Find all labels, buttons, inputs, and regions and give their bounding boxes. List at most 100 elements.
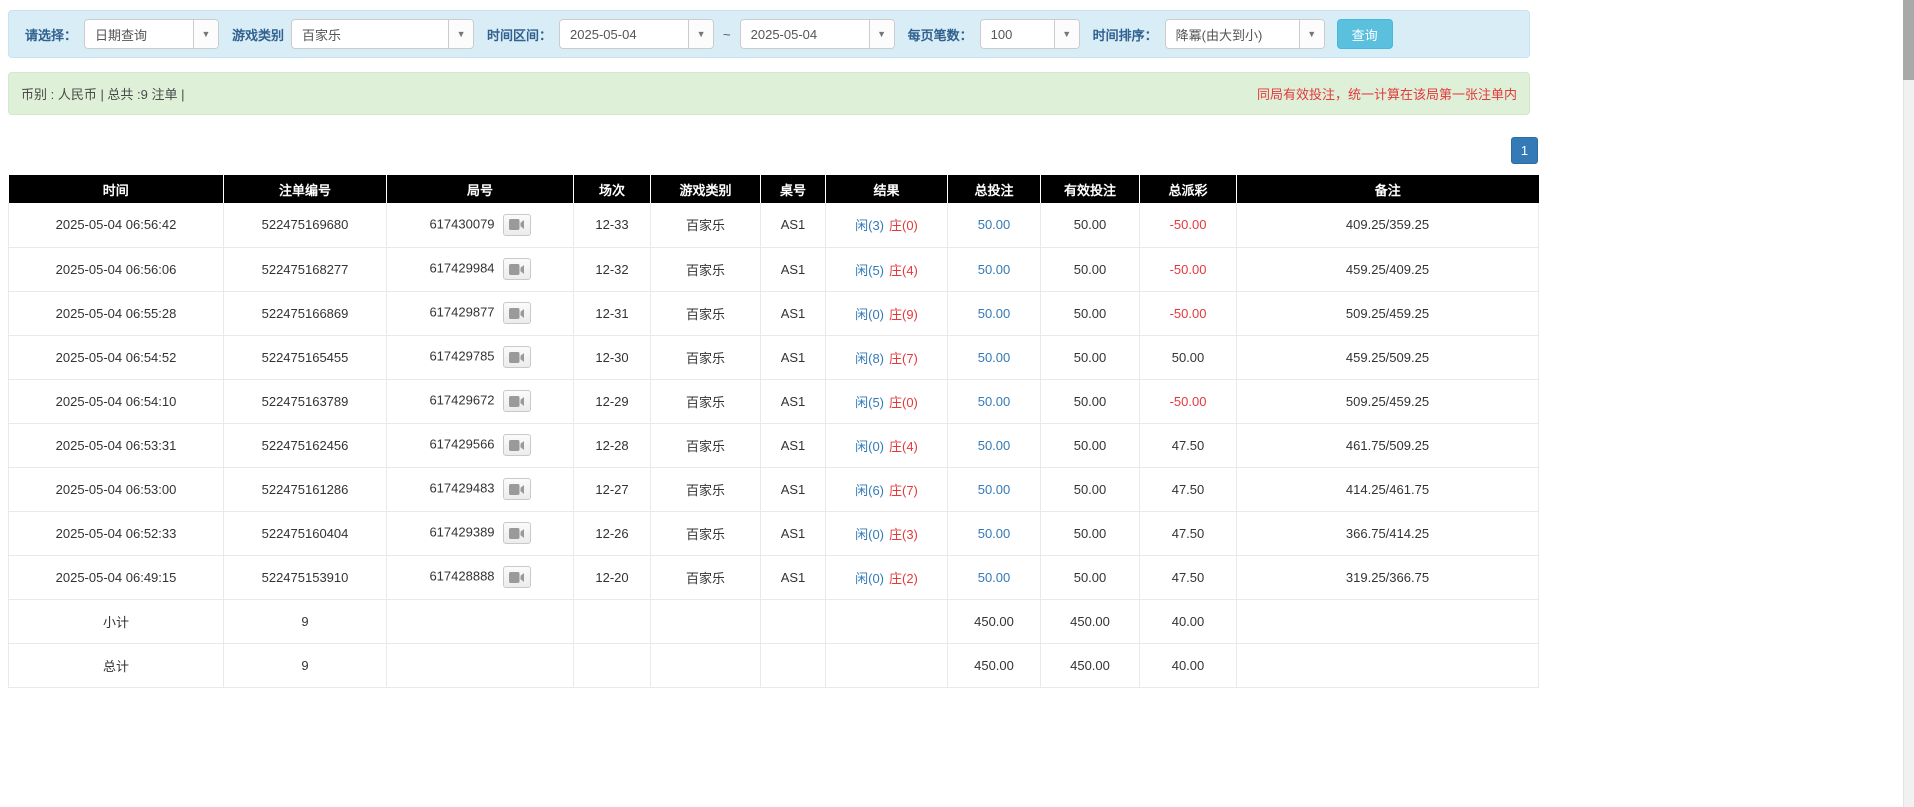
round-number: 617429566 (429, 436, 494, 451)
time-sort-value: 降冪(由大到小) (1166, 25, 1273, 44)
video-replay-button[interactable] (503, 478, 531, 500)
cell-session: 12-32 (574, 247, 651, 291)
header-round: 局号 (387, 175, 574, 203)
cell-total-bet: 50.00 (948, 203, 1041, 247)
cell-bet-id: 522475161286 (224, 467, 387, 511)
chevron-down-icon: ▼ (1299, 20, 1324, 48)
grand-total-valid-bet: 450.00 (1041, 643, 1140, 687)
query-button[interactable]: 查询 (1337, 19, 1393, 49)
cell-remark: 409.25/359.25 (1237, 203, 1539, 247)
result-player: 闲(8) (855, 351, 884, 366)
cell-result: 闲(0)庄(9) (826, 291, 948, 335)
cell-table-no: AS1 (761, 555, 826, 599)
cell-bet-id: 522475169680 (224, 203, 387, 247)
total-bet-link[interactable]: 50.00 (978, 262, 1011, 277)
cell-payout: 50.00 (1140, 335, 1237, 379)
header-remark: 备注 (1237, 175, 1539, 203)
time-sort-label: 时间排序： (1093, 25, 1158, 44)
video-replay-button[interactable] (503, 214, 531, 236)
subtotal-label: 小计 (9, 599, 224, 643)
cell-remark: 461.75/509.25 (1237, 423, 1539, 467)
cell-valid-bet: 50.00 (1041, 247, 1140, 291)
cell-time: 2025-05-04 06:49:15 (9, 555, 224, 599)
cell-round: 617429566 (387, 423, 574, 467)
cell-valid-bet: 50.00 (1041, 335, 1140, 379)
cell-session: 12-29 (574, 379, 651, 423)
round-number: 617430079 (429, 216, 494, 231)
page-1-button[interactable]: 1 (1511, 137, 1538, 164)
game-category-value: 百家乐 (292, 25, 351, 44)
total-bet-link[interactable]: 50.00 (978, 570, 1011, 585)
time-range-label: 时间区间： (487, 25, 552, 44)
result-player: 闲(0) (855, 571, 884, 586)
scrollbar-thumb[interactable] (1903, 0, 1914, 80)
video-replay-button[interactable] (503, 390, 531, 412)
cell-result: 闲(5)庄(4) (826, 247, 948, 291)
cell-game: 百家乐 (651, 555, 761, 599)
video-replay-button[interactable] (503, 434, 531, 456)
valid-bet-notice: 同局有效投注，统一计算在该局第一张注单内 (1257, 84, 1517, 103)
header-session: 场次 (574, 175, 651, 203)
cell-payout: 47.50 (1140, 467, 1237, 511)
cell-payout: 47.50 (1140, 511, 1237, 555)
result-player: 闲(0) (855, 527, 884, 542)
total-bet-link[interactable]: 50.00 (978, 350, 1011, 365)
video-replay-button[interactable] (503, 258, 531, 280)
total-bet-link[interactable]: 50.00 (978, 217, 1011, 232)
video-replay-button[interactable] (503, 522, 531, 544)
vertical-scrollbar[interactable] (1903, 0, 1914, 807)
cell-remark: 509.25/459.25 (1237, 379, 1539, 423)
video-camera-icon (509, 264, 524, 275)
video-replay-button[interactable] (503, 566, 531, 588)
time-sort-select[interactable]: 降冪(由大到小) ▼ (1165, 19, 1325, 49)
video-replay-button[interactable] (503, 346, 531, 368)
round-number: 617429672 (429, 392, 494, 407)
cell-game: 百家乐 (651, 379, 761, 423)
total-bet-link[interactable]: 50.00 (978, 526, 1011, 541)
video-replay-button[interactable] (503, 302, 531, 324)
currency-total-summary: 币别 : 人民币 | 总共 :9 注单 | (21, 84, 185, 103)
video-camera-icon (509, 308, 524, 319)
cell-total-bet: 50.00 (948, 291, 1041, 335)
cell-table-no: AS1 (761, 379, 826, 423)
cell-table-no: AS1 (761, 247, 826, 291)
cell-remark: 414.25/461.75 (1237, 467, 1539, 511)
table-row: 2025-05-04 06:56:42 522475169680 6174300… (9, 203, 1539, 247)
summary-body: 小计 9 450.00 450.00 40.00 总计 9 450.00 450… (9, 599, 1539, 687)
header-game: 游戏类别 (651, 175, 761, 203)
cell-bet-id: 522475153910 (224, 555, 387, 599)
header-payout: 总派彩 (1140, 175, 1237, 203)
total-bet-link[interactable]: 50.00 (978, 394, 1011, 409)
cell-remark: 509.25/459.25 (1237, 291, 1539, 335)
cell-payout: 47.50 (1140, 423, 1237, 467)
grand-total-row: 总计 9 450.00 450.00 40.00 (9, 643, 1539, 687)
chevron-down-icon: ▼ (1054, 20, 1079, 48)
result-banker: 庄(4) (889, 439, 918, 454)
per-page-value: 100 (981, 27, 1023, 42)
result-player: 闲(0) (855, 439, 884, 454)
total-bet-link[interactable]: 50.00 (978, 482, 1011, 497)
cell-total-bet: 50.00 (948, 379, 1041, 423)
header-time: 时间 (9, 175, 224, 203)
subtotal-row: 小计 9 450.00 450.00 40.00 (9, 599, 1539, 643)
header-table-no: 桌号 (761, 175, 826, 203)
date-from-select[interactable]: 2025-05-04 ▼ (559, 19, 714, 49)
cell-total-bet: 50.00 (948, 247, 1041, 291)
date-to-select[interactable]: 2025-05-04 ▼ (740, 19, 895, 49)
cell-table-no: AS1 (761, 423, 826, 467)
cell-result: 闲(0)庄(2) (826, 555, 948, 599)
cell-game: 百家乐 (651, 423, 761, 467)
cell-result: 闲(5)庄(0) (826, 379, 948, 423)
cell-round: 617429389 (387, 511, 574, 555)
game-category-select[interactable]: 百家乐 ▼ (291, 19, 474, 49)
date-to-value: 2025-05-04 (741, 27, 828, 42)
query-type-select[interactable]: 日期查询 ▼ (84, 19, 219, 49)
query-type-label: 请选择： (25, 25, 77, 44)
table-row: 2025-05-04 06:54:52 522475165455 6174297… (9, 335, 1539, 379)
cell-time: 2025-05-04 06:56:06 (9, 247, 224, 291)
per-page-select[interactable]: 100 ▼ (980, 19, 1080, 49)
cell-round: 617429672 (387, 379, 574, 423)
total-bet-link[interactable]: 50.00 (978, 306, 1011, 321)
total-bet-link[interactable]: 50.00 (978, 438, 1011, 453)
subtotal-total-bet: 450.00 (948, 599, 1041, 643)
